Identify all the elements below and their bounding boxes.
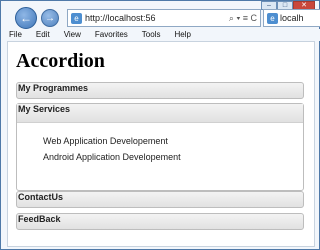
menu-view[interactable]: View xyxy=(64,29,81,41)
browser-window: – □ ✕ ← → e http://localhost:56 ⌕ ▾ ≡ C … xyxy=(0,0,320,250)
page-title: Accordion xyxy=(16,50,105,72)
menu-tools[interactable]: Tools xyxy=(142,29,161,41)
arrow-left-icon: ← xyxy=(20,11,32,25)
menu-bar: File Edit View Favorites Tools Help xyxy=(1,29,320,41)
back-button[interactable]: ← xyxy=(15,7,37,29)
address-bar[interactable]: e http://localhost:56 ⌕ ▾ ≡ C xyxy=(67,9,261,27)
arrow-right-icon: → xyxy=(45,12,55,24)
menu-help[interactable]: Help xyxy=(174,29,190,41)
ie-tab-icon: e xyxy=(267,12,278,24)
accordion-header-my-programmes[interactable]: My Programmes xyxy=(16,82,304,99)
accordion-header-label: My Services xyxy=(18,104,71,114)
service-item-android: Android Application Developement xyxy=(43,152,181,162)
page-content: Accordion My Programmes My Services Web … xyxy=(7,41,315,247)
address-url[interactable]: http://localhost:56 xyxy=(85,13,226,23)
ie-page-icon: e xyxy=(71,12,82,24)
menu-edit[interactable]: Edit xyxy=(36,29,50,41)
service-item-web: Web Application Developement xyxy=(43,136,168,146)
accordion-panel-my-services: My Services Web Application Developement… xyxy=(16,103,304,191)
menu-favorites[interactable]: Favorites xyxy=(95,29,128,41)
accordion-header-contactus[interactable]: ContactUs xyxy=(16,191,304,208)
menu-file[interactable]: File xyxy=(9,29,22,41)
accordion-header-label: My Programmes xyxy=(18,83,89,93)
address-bar-icons[interactable]: ⌕ ▾ ≡ C xyxy=(229,13,260,24)
accordion-header-feedback[interactable]: FeedBack xyxy=(16,213,304,230)
browser-tab[interactable]: e localh xyxy=(263,9,320,27)
accordion-header-label: ContactUs xyxy=(18,192,64,202)
tab-title: localh xyxy=(280,13,304,23)
accordion-header-my-services[interactable]: My Services xyxy=(17,104,303,123)
forward-button[interactable]: → xyxy=(41,9,59,27)
navigation-bar: ← → e http://localhost:56 ⌕ ▾ ≡ C e loca… xyxy=(1,7,320,29)
accordion-header-label: FeedBack xyxy=(18,214,61,224)
